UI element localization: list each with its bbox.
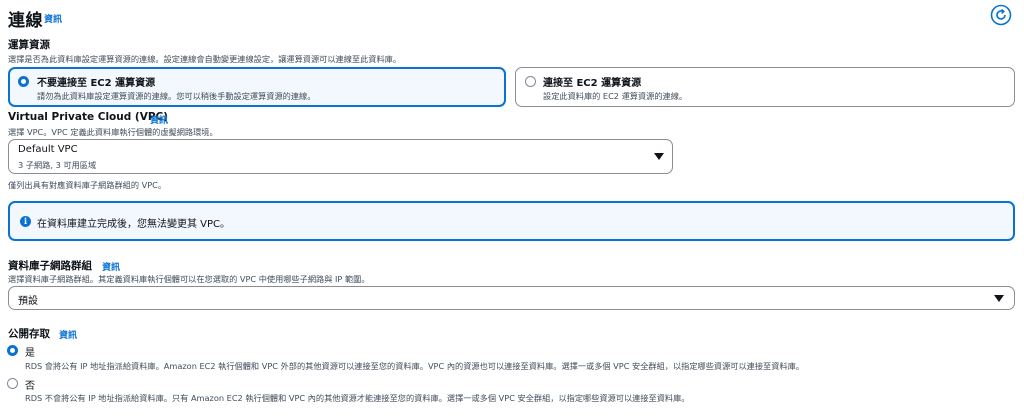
public-no-description: RDS 不會將公有 IP 地址指派給資料庫。只有 Amazon EC2 執行個體… — [25, 393, 690, 403]
vpc-selected-name: Default VPC — [18, 144, 78, 155]
vpc-alert-text: 在資料庫建立完成後，您無法變更其 VPC。 — [37, 219, 231, 230]
subnet-group-select[interactable]: 預設 — [8, 286, 1015, 310]
radio-public-no[interactable] — [7, 378, 18, 389]
vpc-selected-detail: 3 子網路, 3 可用區域 — [18, 160, 97, 170]
compute-resource-label: 運算資源 — [8, 39, 50, 51]
option-no-ec2-card[interactable]: 不要連接至 EC2 運算資源 請勿為此資料庫設定運算資源的連線。您可以稍後手動設… — [8, 67, 506, 107]
vpc-alert: i 在資料庫建立完成後，您無法變更其 VPC。 — [8, 201, 1015, 241]
subnet-group-info-link[interactable]: 資訊 — [102, 260, 120, 273]
option-ec2-description: 設定此資料庫的 EC2 運算資源的連線。 — [543, 91, 688, 101]
radio-no-ec2[interactable] — [18, 76, 29, 87]
vpc-label: Virtual Private Cloud (VPC) — [8, 111, 169, 123]
subnet-caret-down-icon — [994, 295, 1004, 302]
subnet-group-description: 選擇資料庫子網路群組。其定義資料庫執行個體可以在您選取的 VPC 中使用哪些子網… — [8, 274, 370, 284]
subnet-group-selected: 預設 — [18, 296, 38, 307]
radio-public-yes[interactable] — [7, 345, 18, 356]
public-no-label[interactable]: 否 — [25, 377, 35, 392]
option-no-ec2-description: 請勿為此資料庫設定運算資源的連線。您可以稍後手動設定運算資源的連線。 — [37, 91, 316, 101]
compute-resource-description: 選擇是否為此資料庫設定運算資源的連線。設定連線會自動變更連線設定，讓運算資源可以… — [8, 54, 402, 64]
vpc-info-link[interactable]: 資訊 — [150, 113, 168, 126]
option-ec2-card[interactable]: 連接至 EC2 運算資源 設定此資料庫的 EC2 運算資源的連線。 — [515, 67, 1015, 107]
public-yes-description: RDS 會將公有 IP 地址指派給資料庫。Amazon EC2 執行個體和 VP… — [25, 361, 804, 371]
info-circle-icon: i — [20, 216, 31, 227]
public-access-label: 公開存取 — [8, 328, 50, 340]
page-title: 連線 — [8, 11, 43, 31]
public-access-info-link[interactable]: 資訊 — [59, 328, 77, 341]
option-ec2-title: 連接至 EC2 運算資源 — [543, 78, 642, 89]
vpc-caret-down-icon — [654, 153, 664, 160]
vpc-description: 選擇 VPC。VPC 定義此資料庫執行個體的虛擬網路環境。 — [8, 127, 218, 137]
title-info-link[interactable]: 資訊 — [44, 12, 62, 25]
public-yes-label[interactable]: 是 — [25, 344, 35, 359]
refresh-icon[interactable] — [990, 4, 1012, 26]
subnet-group-label: 資料庫子網路群組 — [8, 260, 92, 272]
radio-ec2[interactable] — [525, 76, 536, 87]
option-no-ec2-title: 不要連接至 EC2 運算資源 — [37, 78, 156, 89]
vpc-hint: 僅列出具有對應資料庫子網路群組的 VPC。 — [8, 180, 167, 190]
vpc-select[interactable]: Default VPC 3 子網路, 3 可用區域 — [8, 139, 673, 174]
